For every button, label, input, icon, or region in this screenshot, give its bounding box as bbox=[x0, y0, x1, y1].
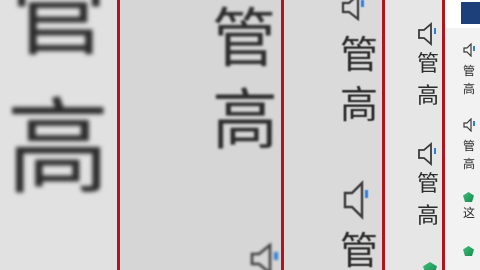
glyph-guan-small: 管 bbox=[340, 33, 379, 77]
gem-icon bbox=[423, 262, 437, 270]
list-item-text-1: 管 bbox=[463, 64, 476, 78]
header-avatar bbox=[461, 2, 480, 24]
zoomed-screenshot-stage: 管 高 管 高 管 高 管 管 高 管 高 管 高 管 高 这 bbox=[0, 0, 480, 270]
speaker-icon bbox=[463, 117, 475, 133]
glyph-guan-tiny: 管 bbox=[417, 52, 440, 77]
speaker-icon bbox=[418, 142, 436, 166]
speaker-icon bbox=[250, 242, 278, 270]
list-item-text-1: 这 bbox=[463, 206, 476, 220]
list-item[interactable]: 这 bbox=[463, 192, 480, 222]
list-item[interactable]: 管 高 bbox=[463, 42, 480, 98]
zoom-panel-4: 管 高 管 高 bbox=[385, 0, 442, 270]
list-item-text-1: 管 bbox=[463, 139, 476, 153]
notification-list: 管 高 管 高 这 bbox=[445, 0, 480, 270]
gem-icon bbox=[463, 192, 474, 202]
list-item-text-2: 高 bbox=[463, 157, 476, 171]
glyph-gao-tiny: 高 bbox=[417, 204, 440, 229]
speaker-icon bbox=[463, 42, 475, 58]
zoom-panel-3: 管 高 管 bbox=[284, 0, 384, 270]
speaker-icon bbox=[418, 22, 436, 46]
list-item[interactable]: 管 高 bbox=[463, 117, 480, 173]
glyph-guan-large: 管 bbox=[8, 0, 108, 70]
gem-icon bbox=[463, 246, 474, 256]
zoom-panel-1: 管 高 bbox=[0, 0, 118, 270]
list-item[interactable] bbox=[463, 246, 480, 256]
glyph-gao-small: 高 bbox=[340, 83, 379, 127]
glyph-gao-large: 高 bbox=[6, 87, 111, 209]
glyph-gao-tiny: 高 bbox=[417, 84, 440, 109]
glyph-guan-medium: 管 bbox=[212, 3, 276, 77]
speaker-icon bbox=[341, 0, 364, 22]
speaker-icon bbox=[343, 180, 368, 220]
list-header-strip bbox=[445, 0, 480, 28]
glyph-gao-medium: 高 bbox=[212, 82, 278, 159]
glyph-guan-small: 管 bbox=[340, 229, 379, 270]
zoom-panel-2: 管 高 bbox=[120, 0, 282, 270]
glyph-guan-tiny: 管 bbox=[417, 172, 440, 197]
list-item-text-2: 高 bbox=[463, 82, 476, 96]
